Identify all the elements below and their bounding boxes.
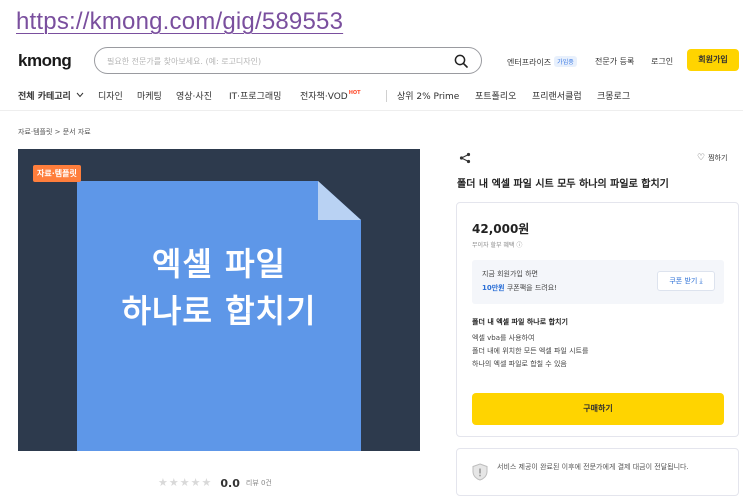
search-icon[interactable] (454, 54, 468, 68)
nav-item-kmong-log[interactable]: 크몽로그 (597, 89, 630, 102)
nav-divider (386, 90, 387, 102)
coupon-text-rest: 쿠폰팩을 드려요! (504, 284, 557, 292)
star-icon: ★ (179, 476, 190, 489)
star-rating: ★ ★ ★ ★ ★ (158, 476, 211, 490)
search-bar[interactable] (94, 47, 482, 74)
nav-all-categories[interactable]: 전체 카테고리 (18, 89, 84, 102)
page-url[interactable]: https://kmong.com/gig/589553 (16, 8, 343, 36)
gig-title: 폴더 내 엑셀 파일 시트 모두 하나의 파일로 합치기 (457, 179, 669, 190)
heart-icon: ♡ (697, 153, 706, 163)
hero-title-line-2: 하나로 합치기 (121, 292, 317, 330)
nav-item-design[interactable]: 디자인 (98, 89, 123, 102)
nav-item-ebook-vod-label: 전자책·VOD (300, 92, 348, 102)
nav-item-it-programming[interactable]: IT·프로그래밍 (229, 89, 281, 102)
nav-all-categories-label: 전체 카테고리 (18, 92, 71, 102)
category-badge: 자료·템플릿 (33, 165, 81, 182)
nav-item-prime[interactable]: 상위 2% Prime (397, 89, 459, 102)
payment-notice: 서비스 제공이 완료된 이후에 전문가에게 결제 대금이 전달됩니다. (456, 448, 739, 496)
share-icon[interactable] (459, 152, 471, 164)
document-fold-corner (318, 181, 361, 220)
package-desc-line: 엑셀 vba를 사용하여 (472, 334, 535, 342)
hero-title: 엑셀 파일 하나로 합치기 (77, 241, 361, 335)
star-icon: ★ (158, 476, 168, 489)
installment-info[interactable]: 무이자 할부 혜택 ⓘ (472, 240, 522, 249)
breadcrumb[interactable]: 자료·템플릿 > 문서 자료 (18, 127, 91, 137)
wishlist-button[interactable]: ♡ 찜하기 (697, 153, 727, 163)
kmong-logo[interactable]: kmong (18, 51, 72, 71)
star-icon: ★ (201, 476, 212, 489)
price-panel: 42,000원 무이자 할부 혜택 ⓘ 지금 회원가입 하면 10만원 쿠폰팩을… (456, 202, 739, 437)
coupon-text-line-1: 지금 회원가입 하면 (482, 270, 538, 278)
package-desc-line: 폴더 내에 위치한 모든 엑셀 파일 시트를 (472, 347, 589, 355)
enterprise-label: 엔터프라이즈 (507, 58, 552, 67)
join-button[interactable]: 회원가입 (687, 49, 739, 71)
review-count[interactable]: 리뷰 0건 (246, 478, 272, 488)
coupon-amount: 10만원 (482, 284, 505, 292)
coupon-download-button[interactable]: 쿠폰 받기 ⤓ (657, 271, 715, 291)
nav-item-marketing[interactable]: 마케팅 (137, 89, 162, 102)
hot-badge: HOT (348, 90, 361, 96)
price: 42,000원 (472, 222, 530, 236)
nav-item-freelancer-club[interactable]: 프리랜서클럽 (532, 89, 582, 102)
search-input[interactable] (107, 53, 437, 69)
star-icon: ★ (190, 476, 201, 489)
package-desc-line: 하나의 엑셀 파일로 합칠 수 있음 (472, 360, 567, 368)
enterprise-link[interactable]: 엔터프라이즈 가입중 (507, 56, 577, 68)
rating-summary: ★ ★ ★ ★ ★ 0.0 리뷰 0건 (158, 476, 272, 490)
rating-score: 0.0 (220, 476, 240, 490)
payment-notice-text: 서비스 제공이 완료된 이후에 전문가에게 결제 대금이 전달됩니다. (497, 463, 689, 471)
nav-item-portfolio[interactable]: 포트폴리오 (475, 89, 516, 102)
chevron-down-icon (76, 92, 84, 98)
gig-main-image[interactable]: 자료·템플릿 엑셀 파일 하나로 합치기 (18, 149, 420, 451)
wishlist-label: 찜하기 (708, 154, 728, 162)
expert-register-link[interactable]: 전문가 등록 (595, 56, 634, 67)
enterprise-badge: 가입중 (554, 56, 577, 67)
nav-item-video-photo[interactable]: 영상·사진 (176, 89, 212, 102)
buy-button[interactable]: 구매하기 (472, 393, 724, 425)
nav-divider-line (0, 110, 743, 111)
star-icon: ★ (168, 476, 179, 489)
package-title: 폴더 내 엑셀 파일 하나로 합치기 (472, 318, 568, 326)
nav-item-ebook-vod[interactable]: 전자책·VODHOT (300, 89, 361, 102)
hero-title-line-1: 엑셀 파일 (152, 245, 286, 283)
coupon-text-line-2: 10만원 쿠폰팩을 드려요! (482, 283, 557, 293)
category-nav: 전체 카테고리 디자인 마케팅 영상·사진 IT·프로그래밍 전자책·VODHO… (0, 86, 743, 108)
login-link[interactable]: 로그인 (651, 56, 673, 67)
shield-icon (472, 463, 488, 481)
coupon-banner: 지금 회원가입 하면 10만원 쿠폰팩을 드려요! 쿠폰 받기 ⤓ (472, 260, 724, 304)
